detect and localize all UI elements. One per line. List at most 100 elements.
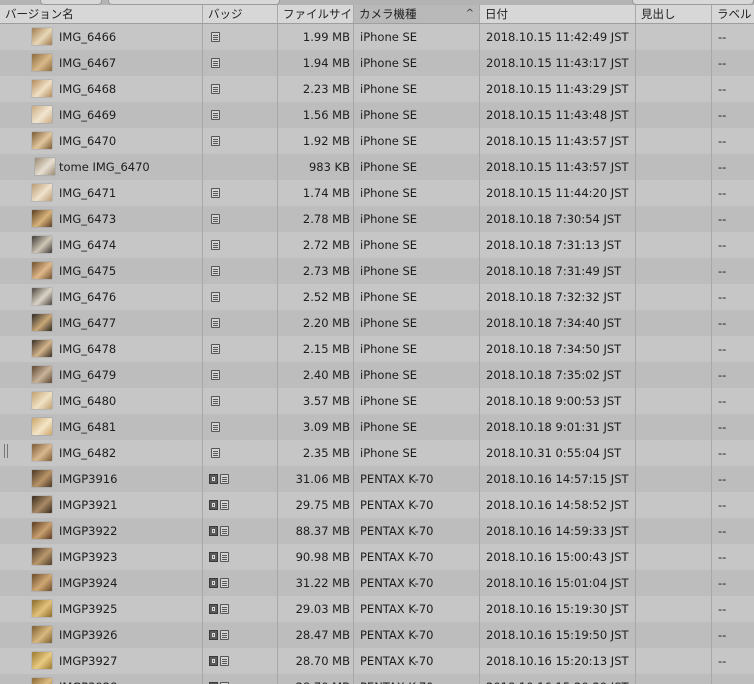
table-row[interactable]: IMG_6466 1.99 MB iPhone SE 2018.10.15 11:42… <box>0 24 754 50</box>
label-value: -- <box>718 368 727 382</box>
camera-model: iPhone SE <box>360 264 418 278</box>
file-size: 2.35 MB <box>302 446 350 460</box>
photo-thumbnail[interactable] <box>32 54 52 71</box>
camera-model: iPhone SE <box>360 446 418 460</box>
table-row[interactable]: IMG_6471 1.74 MB iPhone SE 2018.10.15 11:44… <box>0 180 754 206</box>
badge-cell <box>206 674 276 684</box>
version-name: IMGP3916 <box>59 472 118 486</box>
photo-thumbnail[interactable] <box>32 548 52 565</box>
table-row[interactable]: IMGP3921 29.75 MB PENTAX K-70 2018.10.16 14… <box>0 492 754 518</box>
capture-date: 2018.10.18 7:34:50 JST <box>486 342 622 356</box>
table-row[interactable]: IMGP3926 28.47 MB PENTAX K-70 2018.10.16 15… <box>0 622 754 648</box>
photo-thumbnail[interactable] <box>32 210 52 227</box>
table-row[interactable]: IMG_6480 3.57 MB iPhone SE 2018.10.18 9:00:… <box>0 388 754 414</box>
photo-thumbnail[interactable] <box>32 678 52 684</box>
table-row[interactable]: IMG_6474 2.72 MB iPhone SE 2018.10.18 7:31:… <box>0 232 754 258</box>
column-header-date[interactable]: 日付 <box>480 5 636 23</box>
badge-cell <box>206 466 276 492</box>
column-header-caption[interactable]: 見出し <box>636 5 712 23</box>
column-header-label-label: ラベル <box>717 7 752 21</box>
photo-thumbnail[interactable] <box>32 418 52 435</box>
table-row[interactable]: IMGP3927 28.70 MB PENTAX K-70 2018.10.16 15… <box>0 648 754 674</box>
table-row[interactable]: IMGP3928 28.70 MB PENTAX K-70 2018.10.16 15… <box>0 674 754 684</box>
version-name: IMGP3921 <box>59 498 118 512</box>
camera-model: PENTAX K-70 <box>360 524 434 538</box>
photo-thumbnail[interactable] <box>32 288 52 305</box>
badge-cell <box>206 440 276 466</box>
photo-thumbnail[interactable] <box>32 314 52 331</box>
table-row[interactable]: IMG_6481 3.09 MB iPhone SE 2018.10.18 9:01:… <box>0 414 754 440</box>
photo-thumbnail[interactable] <box>32 626 52 643</box>
capture-date: 2018.10.15 11:43:29 JST <box>486 82 629 96</box>
photo-thumbnail[interactable] <box>32 340 52 357</box>
table-row[interactable]: IMG_6482 2.35 MB iPhone SE 2018.10.31 0:55:… <box>0 440 754 466</box>
version-list[interactable]: IMG_6466 1.99 MB iPhone SE 2018.10.15 11:42… <box>0 24 754 684</box>
file-size: 2.15 MB <box>302 342 350 356</box>
label-value: -- <box>718 602 727 616</box>
table-row[interactable]: IMG_6477 2.20 MB iPhone SE 2018.10.18 7:34:… <box>0 310 754 336</box>
table-row[interactable]: IMG_6469 1.56 MB iPhone SE 2018.10.15 11:43… <box>0 102 754 128</box>
photo-thumbnail[interactable] <box>32 262 52 279</box>
pane-splitter-handle[interactable] <box>4 444 8 458</box>
version-name: IMGP3923 <box>59 550 118 564</box>
table-row[interactable]: IMG_6468 2.23 MB iPhone SE 2018.10.15 11:43… <box>0 76 754 102</box>
camera-model: iPhone SE <box>360 108 418 122</box>
table-row[interactable]: IMG_6470 1.92 MB iPhone SE 2018.10.15 11:43… <box>0 128 754 154</box>
photo-thumbnail[interactable] <box>32 366 52 383</box>
column-header-badge-label: バッジ <box>208 7 243 21</box>
photo-thumbnail[interactable] <box>32 80 52 97</box>
photo-thumbnail[interactable] <box>32 106 52 123</box>
column-header-camera[interactable]: カメラ機種 ^ <box>354 5 480 23</box>
photo-thumbnail[interactable] <box>35 158 55 175</box>
table-row[interactable]: IMGP3925 29.03 MB PENTAX K-70 2018.10.16 15… <box>0 596 754 622</box>
photo-thumbnail[interactable] <box>32 392 52 409</box>
photo-thumbnail[interactable] <box>32 236 52 253</box>
capture-date: 2018.10.16 15:00:43 JST <box>486 550 629 564</box>
version-name: IMG_6469 <box>59 108 117 122</box>
photo-thumbnail[interactable] <box>32 444 52 461</box>
badge-cell <box>206 284 276 310</box>
metadata-badge-icon <box>211 84 220 94</box>
metadata-badge-icon <box>211 448 220 458</box>
label-value: -- <box>718 186 727 200</box>
table-row[interactable]: IMGP3924 31.22 MB PENTAX K-70 2018.10.16 15… <box>0 570 754 596</box>
photo-thumbnail[interactable] <box>32 522 52 539</box>
version-name: IMG_6477 <box>59 316 117 330</box>
table-row[interactable]: tome IMG_6470 983 KB iPhone SE 2018.10.15 1… <box>0 154 754 180</box>
column-divider <box>479 24 480 684</box>
camera-model: PENTAX K-70 <box>360 498 434 512</box>
badge-cell <box>206 50 276 76</box>
table-row[interactable]: IMG_6475 2.73 MB iPhone SE 2018.10.18 7:31:… <box>0 258 754 284</box>
table-row[interactable]: IMGP3923 90.98 MB PENTAX K-70 2018.10.16 15… <box>0 544 754 570</box>
version-name: tome IMG_6470 <box>59 160 150 174</box>
photo-thumbnail[interactable] <box>32 132 52 149</box>
capture-date: 2018.10.16 15:20:13 JST <box>486 654 629 668</box>
photo-thumbnail[interactable] <box>32 600 52 617</box>
table-row[interactable]: IMGP3916 31.06 MB PENTAX K-70 2018.10.16 14… <box>0 466 754 492</box>
column-header-badge[interactable]: バッジ <box>203 5 278 23</box>
column-header-label[interactable]: ラベル <box>712 5 754 23</box>
column-header-name[interactable]: バージョン名 <box>0 5 203 23</box>
photo-thumbnail[interactable] <box>32 470 52 487</box>
version-name: IMG_6467 <box>59 56 117 70</box>
badge-cell <box>206 258 276 284</box>
version-name: IMG_6470 <box>59 134 117 148</box>
table-row[interactable]: IMG_6467 1.94 MB iPhone SE 2018.10.15 11:43… <box>0 50 754 76</box>
photo-thumbnail[interactable] <box>32 496 52 513</box>
photo-thumbnail[interactable] <box>32 184 52 201</box>
metadata-badge-icon <box>211 422 220 432</box>
photo-thumbnail[interactable] <box>32 574 52 591</box>
photo-thumbnail[interactable] <box>32 652 52 669</box>
table-row[interactable]: IMG_6478 2.15 MB iPhone SE 2018.10.18 7:34:… <box>0 336 754 362</box>
column-header-size[interactable]: ファイルサイ <box>278 5 354 23</box>
table-row[interactable]: IMG_6479 2.40 MB iPhone SE 2018.10.18 7:35:… <box>0 362 754 388</box>
column-divider <box>711 24 712 684</box>
table-row[interactable]: IMG_6476 2.52 MB iPhone SE 2018.10.18 7:32:… <box>0 284 754 310</box>
table-row[interactable]: IMG_6473 2.78 MB iPhone SE 2018.10.18 7:30:… <box>0 206 754 232</box>
photo-thumbnail[interactable] <box>32 28 52 45</box>
version-name: IMG_6473 <box>59 212 117 226</box>
file-size: 31.22 MB <box>295 576 350 590</box>
table-row[interactable]: IMGP3922 88.37 MB PENTAX K-70 2018.10.16 14… <box>0 518 754 544</box>
metadata-badge-icon <box>211 32 220 42</box>
raw-badge-icon <box>209 630 218 640</box>
